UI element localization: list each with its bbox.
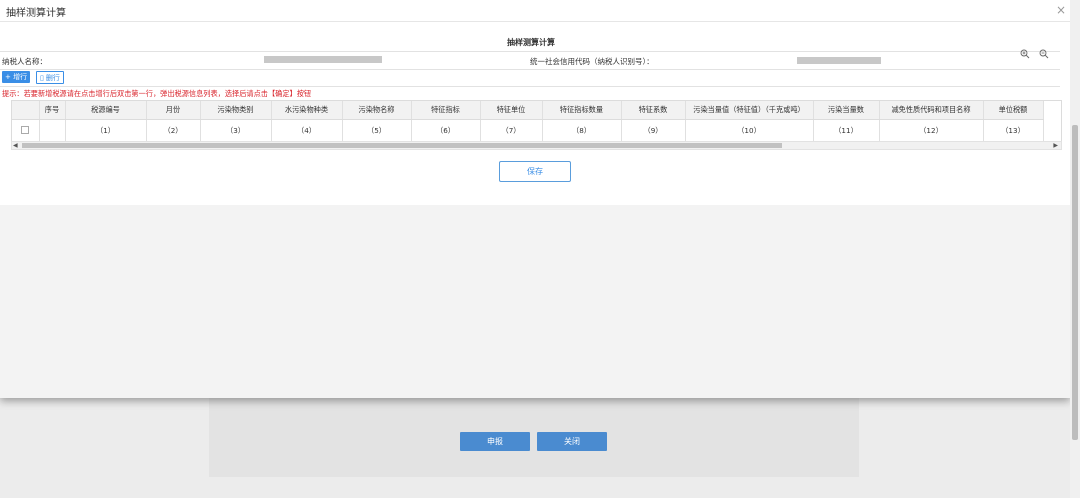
table-cell[interactable]: （11） <box>813 119 880 141</box>
delete-row-button[interactable]: ▯ 删行 <box>36 71 64 84</box>
column-header: 特征指标数量 <box>542 101 622 120</box>
grid-header-row: 序号 税源编号 月份 污染物类别 水污染物种类 污染物名称 特征指标 特征单位 … <box>12 101 1044 120</box>
modal-empty-area <box>0 205 1070 398</box>
close-icon[interactable]: × <box>1056 3 1066 17</box>
zoom-in-icon[interactable] <box>1020 49 1030 59</box>
column-header: 特征指标 <box>411 101 481 120</box>
table-cell[interactable]: （5） <box>342 119 412 141</box>
tip-text: 提示：若要新增税源请在点击增行后双击第一行，弹出税源信息列表，选择后请点击【确定… <box>2 89 312 98</box>
scroll-left-icon[interactable]: ◀ <box>13 142 18 149</box>
taxpayer-name-label: 纳税人名称： <box>2 57 47 66</box>
table-cell[interactable]: （1） <box>65 119 147 141</box>
toolbar: + 增行 ▯ 删行 <box>0 69 1060 87</box>
taxpayer-name-value-redacted <box>264 56 382 63</box>
vertical-scrollbar[interactable] <box>1070 0 1080 498</box>
calc-grid: 序号 税源编号 月份 污染物类别 水污染物种类 污染物名称 特征指标 特征单位 … <box>11 100 1062 143</box>
modal-title: 抽样测算计算 <box>6 8 66 19</box>
table-cell[interactable]: （7） <box>480 119 543 141</box>
form-title: 抽样测算计算 <box>507 38 555 47</box>
credit-code-label: 统一社会信用代码（纳税人识别号）： <box>530 57 654 66</box>
sampling-calc-modal: 抽样测算计算 × 抽样测算计算 纳税人名称： 统一社会信用代码（纳税人识别号）：… <box>0 0 1070 398</box>
table-cell[interactable]: （9） <box>621 119 686 141</box>
table-cell[interactable]: （13） <box>983 119 1044 141</box>
row-checkbox[interactable] <box>21 125 30 134</box>
column-header: 减免性质代码和项目名称 <box>879 101 984 120</box>
column-header: 污染当量数 <box>813 101 880 120</box>
grid-index-row: （1） （2） （3） （4） （5） （6） （7） （8） （9） （10）… <box>12 119 1044 141</box>
delete-row-label: 删行 <box>45 73 60 82</box>
scroll-right-icon[interactable]: ▶ <box>1053 142 1058 149</box>
table-cell[interactable] <box>39 119 66 141</box>
modal-header: 抽样测算计算 × <box>0 0 1070 22</box>
header-checkbox-cell <box>12 101 40 120</box>
submit-button[interactable]: 申报 <box>460 432 530 451</box>
column-header: 月份 <box>146 101 201 120</box>
table-cell[interactable]: （2） <box>146 119 201 141</box>
taxpayer-info-row: 纳税人名称： 统一社会信用代码（纳税人识别号）： <box>0 51 1060 70</box>
table-cell[interactable]: （4） <box>271 119 343 141</box>
horizontal-scrollbar[interactable]: ◀ ▶ <box>11 141 1062 150</box>
table-cell[interactable]: （6） <box>411 119 481 141</box>
column-header: 序号 <box>39 101 66 120</box>
add-row-button[interactable]: + 增行 <box>2 71 31 83</box>
close-button[interactable]: 关闭 <box>537 432 607 451</box>
column-header: 污染物名称 <box>342 101 412 120</box>
column-header: 特征系数 <box>621 101 686 120</box>
credit-code-value-redacted <box>797 57 881 64</box>
column-header: 污染物类别 <box>200 101 272 120</box>
column-header: 污染当量值（特征值）（千克或吨） <box>685 101 814 120</box>
column-header: 水污染物种类 <box>271 101 343 120</box>
zoom-out-icon[interactable] <box>1039 49 1049 59</box>
table-cell[interactable]: （3） <box>200 119 272 141</box>
save-button[interactable]: 保存 <box>499 161 571 182</box>
trash-icon: ▯ <box>40 73 44 82</box>
table-cell[interactable]: （10） <box>685 119 814 141</box>
column-header: 特征单位 <box>480 101 543 120</box>
vertical-scroll-thumb[interactable] <box>1072 125 1078 440</box>
row-checkbox-cell[interactable] <box>12 119 40 141</box>
horizontal-scroll-thumb[interactable] <box>22 143 782 148</box>
table-cell[interactable]: （8） <box>542 119 622 141</box>
table-cell[interactable]: （12） <box>879 119 984 141</box>
column-header: 税源编号 <box>65 101 147 120</box>
column-header: 单位税额 <box>983 101 1044 120</box>
